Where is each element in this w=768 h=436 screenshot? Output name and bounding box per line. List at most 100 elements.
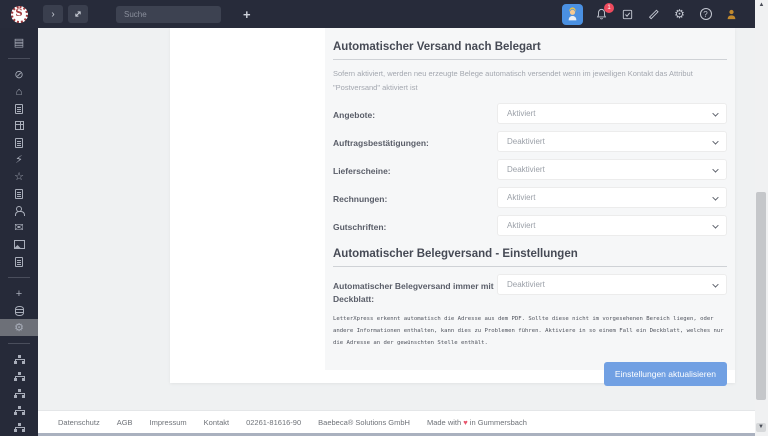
sidebar-item-package[interactable] <box>0 117 38 134</box>
footer-company: Baebeca® Solutions GmbH <box>318 418 410 427</box>
sitemap-2-icon <box>14 372 25 382</box>
chevron-right-icon: › <box>51 9 54 20</box>
sidebar-expand-button[interactable]: › <box>43 5 63 23</box>
company-icon: ▤ <box>14 36 24 49</box>
field-row-gutschriften: Gutschriften: Aktiviert <box>333 215 727 236</box>
update-settings-button[interactable]: Einstellungen aktualisieren <box>604 362 727 386</box>
heart-icon: ♥ <box>463 418 467 427</box>
sidebar-item-sitemap-5[interactable] <box>0 419 38 436</box>
sidebar-item-document-4[interactable] <box>0 253 38 270</box>
chevron-down-icon <box>712 138 718 144</box>
app-logo[interactable]: S <box>0 6 38 23</box>
sidebar-item-database[interactable] <box>0 302 38 319</box>
sidebar-item-document-1[interactable] <box>0 100 38 117</box>
field-row-lieferscheine: Lieferscheine: Deaktiviert <box>333 159 727 180</box>
footer-link-datenschutz[interactable]: Datenschutz <box>58 418 100 427</box>
field-label: Lieferscheine: <box>333 159 497 178</box>
sidebar-item-sitemap-1[interactable] <box>0 351 38 368</box>
scroll-up-arrow-icon[interactable]: ▲ <box>755 2 768 8</box>
sidebar-item-sitemap-2[interactable] <box>0 368 38 385</box>
sidebar-item-sitemap-4[interactable] <box>0 402 38 419</box>
angebote-select[interactable]: Aktiviert <box>497 103 727 124</box>
notification-badge: 1 <box>604 3 614 13</box>
pencil-icon <box>647 8 660 21</box>
add-tab-button[interactable]: + <box>243 7 251 22</box>
sitemap-5-icon <box>14 423 25 433</box>
field-label: Auftragsbestätigungen: <box>333 131 497 150</box>
home-icon: ⌂ <box>16 86 23 98</box>
section-title-einstellungen: Automatischer Belegversand - Einstellung… <box>333 248 727 267</box>
chevron-down-icon <box>712 110 718 116</box>
sidebar-item-sitemap-3[interactable] <box>0 385 38 402</box>
sidebar-item-settings[interactable]: ⚙ <box>0 319 38 336</box>
image-icon <box>14 240 25 249</box>
sidebar-item-company[interactable]: ▤ <box>0 34 38 51</box>
database-icon <box>15 306 24 316</box>
expand-icon <box>72 8 84 20</box>
sidebar-item-star[interactable]: ☆ <box>0 168 38 185</box>
help-button[interactable]: ? <box>698 7 713 22</box>
sidebar-item-add[interactable]: + <box>0 285 38 302</box>
fullscreen-button[interactable] <box>68 5 88 23</box>
sidebar-item-compass[interactable]: ⊘ <box>0 66 38 83</box>
gear-logo-icon: S <box>11 6 28 23</box>
deckblatt-select[interactable]: Deaktiviert <box>497 274 727 295</box>
auftragsbestaetigungen-select[interactable]: Deaktiviert <box>497 131 727 152</box>
user-avatar-button[interactable] <box>562 4 583 25</box>
person-icon <box>725 8 738 21</box>
chevron-down-icon <box>712 281 718 287</box>
document-2-icon <box>15 138 23 148</box>
sidebar-item-mail[interactable]: ✉ <box>0 219 38 236</box>
lightning-icon: ⚡ <box>15 153 23 166</box>
field-label: Angebote: <box>333 103 497 122</box>
scroll-down-arrow-icon[interactable]: ▼ <box>756 423 766 432</box>
tasks-button[interactable] <box>620 7 635 22</box>
scrollbar-thumb[interactable] <box>756 192 766 400</box>
sidebar-divider <box>8 343 30 344</box>
chevron-down-icon <box>712 222 718 228</box>
field-row-auftragsbestaetigungen: Auftragsbestätigungen: Deaktiviert <box>333 131 727 152</box>
footer-made-with: Made with ♥ in Gummersbach <box>427 418 527 427</box>
sidebar-divider <box>8 58 30 59</box>
sitemap-1-icon <box>14 355 25 365</box>
add-icon: + <box>16 288 22 300</box>
rechnungen-select[interactable]: Aktiviert <box>497 187 727 208</box>
lieferscheine-select[interactable]: Deaktiviert <box>497 159 727 180</box>
sidebar-item-lightning[interactable]: ⚡ <box>0 151 38 168</box>
document-4-icon <box>15 257 23 267</box>
sidebar-item-home[interactable]: ⌂ <box>0 83 38 100</box>
chevron-down-icon <box>712 166 718 172</box>
letterxpress-note: LetterXpress erkennt automatisch die Adr… <box>333 313 725 349</box>
vertical-scrollbar[interactable]: ▲ ▼ <box>755 0 768 436</box>
sidebar-item-document-2[interactable] <box>0 134 38 151</box>
account-button[interactable] <box>724 7 739 22</box>
document-1-icon <box>15 104 23 114</box>
compass-icon: ⊘ <box>14 68 23 81</box>
chevron-down-icon <box>712 194 718 200</box>
footer-phone: 02261-81616-90 <box>246 418 301 427</box>
star-icon: ☆ <box>14 170 24 183</box>
edit-button[interactable] <box>646 7 661 22</box>
settings-button[interactable]: ⚙ <box>672 7 687 22</box>
notifications-button[interactable]: 1 <box>594 7 609 22</box>
sidebar-item-document-3[interactable] <box>0 185 38 202</box>
search-input[interactable] <box>116 6 221 23</box>
main-area: Automatischer Versand nach Belegart Sofe… <box>38 28 755 436</box>
settings-card: Automatischer Versand nach Belegart Sofe… <box>170 28 735 383</box>
sidebar-item-contacts[interactable] <box>0 202 38 219</box>
sidebar-item-image[interactable] <box>0 236 38 253</box>
topbar-actions: 1 ⚙ ? <box>562 4 755 25</box>
mail-icon: ✉ <box>14 221 23 234</box>
gutschriften-select[interactable]: Aktiviert <box>497 215 727 236</box>
topbar: S › + <box>0 0 755 28</box>
section-title-versand: Automatischer Versand nach Belegart <box>333 41 727 60</box>
settings-icon: ⚙ <box>14 321 24 334</box>
sidebar-divider <box>8 277 30 278</box>
footer-link-impressum[interactable]: Impressum <box>150 418 187 427</box>
gear-icon: ⚙ <box>674 7 685 21</box>
sidebar: ▤ ⊘ ⌂ ⚡ ☆ ✉ + ⚙ <box>0 28 38 436</box>
footer-link-agb[interactable]: AGB <box>117 418 133 427</box>
footer: Datenschutz AGB Impressum Kontakt 02261-… <box>38 410 755 433</box>
field-label: Gutschriften: <box>333 215 497 234</box>
footer-link-kontakt[interactable]: Kontakt <box>204 418 229 427</box>
